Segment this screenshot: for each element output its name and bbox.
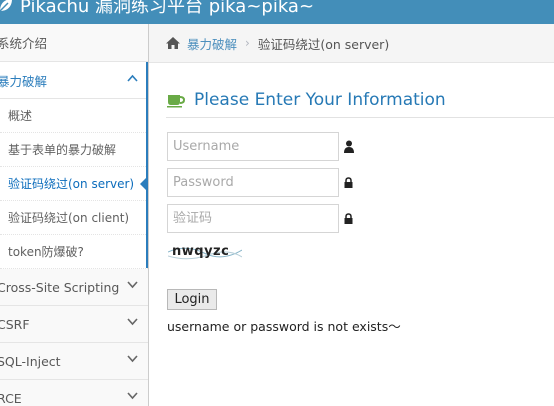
sidebar-item-bruteforce[interactable]: 暴力破解 bbox=[0, 62, 148, 99]
bruteforce-submenu: 概述 基于表单的暴力破解 验证码绕过(on server) 验证码绕过(on c… bbox=[0, 99, 148, 269]
top-navbar: Pikachu 漏洞练习平台 pika~pika~ bbox=[0, 0, 554, 24]
sidebar-item-label: 系统介绍 bbox=[0, 36, 48, 51]
chevron-up-icon bbox=[127, 74, 138, 82]
submenu-item-label: 验证码绕过(on client) bbox=[8, 211, 130, 225]
sidebar-item-csrf[interactable]: CSRF bbox=[0, 306, 148, 343]
submenu-item-overview[interactable]: 概述 bbox=[0, 99, 148, 133]
breadcrumb-link-bruteforce[interactable]: 暴力破解 bbox=[187, 34, 237, 53]
submenu-item-captcha-server[interactable]: 验证码绕过(on server) bbox=[0, 167, 148, 201]
login-button[interactable]: Login bbox=[167, 289, 217, 310]
error-message: username or password is not exists～ bbox=[167, 319, 401, 334]
sidebar: 系统介绍 暴力破解 概述 基于表单的暴力破解 验证码绕过(on server) … bbox=[0, 24, 149, 406]
breadcrumb-separator-icon: › bbox=[245, 36, 250, 50]
submenu-item-token[interactable]: token防爆破? bbox=[0, 235, 148, 269]
brand-link[interactable]: Pikachu 漏洞练习平台 pika~pika~ bbox=[0, 0, 314, 18]
submenu-item-label: 基于表单的暴力破解 bbox=[8, 143, 117, 157]
sidebar-item-xss[interactable]: Cross-Site Scripting bbox=[0, 269, 148, 306]
page-title: Please Enter Your Information bbox=[166, 90, 446, 110]
sidebar-item-intro[interactable]: 系统介绍 bbox=[0, 24, 148, 62]
active-section-bar bbox=[146, 62, 148, 268]
user-icon bbox=[344, 140, 354, 153]
chevron-down-icon bbox=[127, 281, 138, 289]
submenu-item-label: 概述 bbox=[8, 109, 33, 123]
sidebar-item-label: Cross-Site Scripting bbox=[0, 279, 120, 295]
chevron-down-icon bbox=[127, 355, 138, 363]
breadcrumb-current: 验证码绕过(on server) bbox=[257, 36, 390, 52]
brand-title: Pikachu 漏洞练习平台 pika~pika~ bbox=[20, 0, 315, 17]
chevron-down-icon bbox=[127, 392, 138, 400]
captcha-image[interactable]: nwqyzc bbox=[168, 240, 242, 262]
captcha-input[interactable] bbox=[167, 204, 339, 233]
submenu-item-captcha-client[interactable]: 验证码绕过(on client) bbox=[0, 201, 148, 235]
sidebar-item-label: SQL-Inject bbox=[0, 353, 61, 369]
coffee-icon bbox=[167, 95, 186, 108]
chevron-down-icon bbox=[127, 318, 138, 326]
title-divider bbox=[166, 117, 554, 118]
breadcrumb: 暴力破解 › 验证码绕过(on server) bbox=[149, 24, 554, 63]
lock-icon bbox=[344, 177, 353, 188]
sidebar-item-label: CSRF bbox=[0, 316, 30, 332]
submenu-item-form-bruteforce[interactable]: 基于表单的暴力破解 bbox=[0, 133, 148, 167]
lock-icon bbox=[344, 213, 353, 224]
sidebar-item-label: 暴力破解 bbox=[0, 73, 48, 89]
page-title-text: Please Enter Your Information bbox=[194, 90, 446, 110]
home-icon bbox=[166, 37, 180, 49]
password-input[interactable] bbox=[167, 168, 339, 197]
submenu-item-label: token防爆破? bbox=[8, 245, 84, 259]
home-link[interactable] bbox=[165, 36, 181, 50]
leaf-icon bbox=[0, 0, 12, 12]
sidebar-item-label: RCE bbox=[0, 390, 22, 406]
username-input[interactable] bbox=[167, 132, 339, 161]
submenu-item-label: 验证码绕过(on server) bbox=[8, 177, 135, 191]
sidebar-item-rce[interactable]: RCE bbox=[0, 380, 148, 406]
captcha-text: nwqyzc bbox=[172, 244, 229, 259]
sidebar-item-sqli[interactable]: SQL-Inject bbox=[0, 343, 148, 380]
